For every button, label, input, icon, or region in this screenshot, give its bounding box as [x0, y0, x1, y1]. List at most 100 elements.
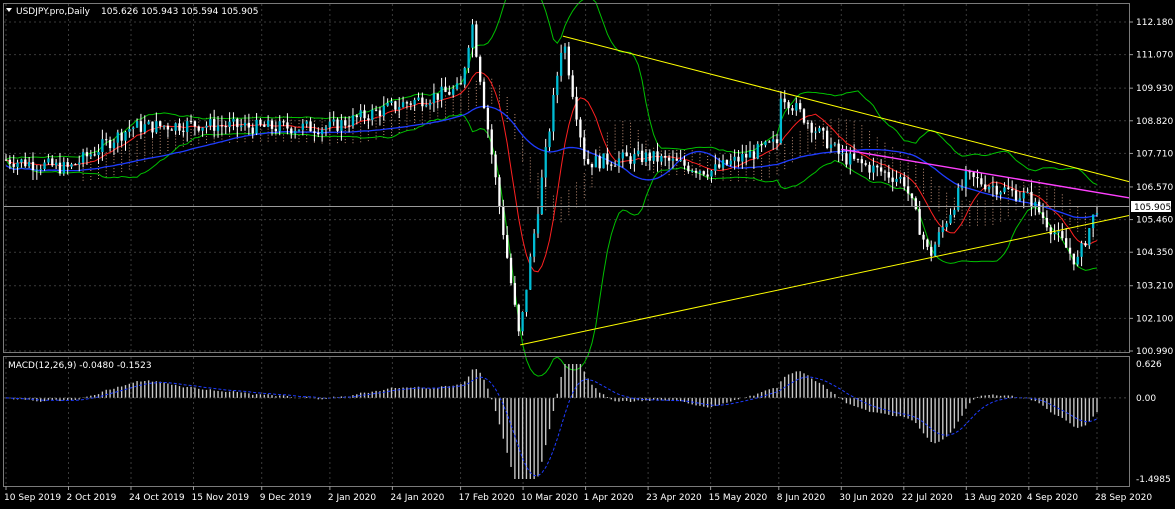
candle-body: [691, 170, 694, 172]
candle-body: [1018, 198, 1022, 201]
candle-body: [97, 152, 100, 156]
candle-body: [814, 131, 817, 133]
candle-body: [664, 155, 667, 158]
candle-body: [671, 158, 675, 161]
candle-body: [891, 177, 894, 182]
candle-body: [486, 108, 490, 130]
candle-body: [563, 46, 567, 53]
candle-body: [1068, 247, 1072, 254]
candle-body: [432, 93, 436, 103]
candle-body: [768, 141, 771, 143]
chart-background: [0, 0, 1175, 509]
candle-body: [741, 153, 744, 162]
candle-body: [1014, 190, 1018, 201]
candle-body: [999, 192, 1002, 195]
candle-body: [371, 109, 374, 121]
candle-body: [58, 162, 62, 174]
candle-body: [868, 164, 871, 173]
candle-body: [166, 125, 170, 130]
candle-body: [332, 119, 335, 122]
candle-body: [764, 141, 767, 146]
ohlc-values: 105.626 105.943 105.594 105.905: [101, 7, 258, 17]
candle-body: [833, 143, 837, 145]
candle-body: [479, 56, 482, 82]
candle-body: [972, 172, 975, 178]
candle-body: [652, 151, 655, 161]
candle-body: [471, 24, 474, 48]
candle-body: [16, 162, 19, 167]
candle-body: [444, 86, 447, 92]
candle-body: [637, 150, 640, 155]
candle-body: [12, 163, 15, 167]
candle-body: [667, 157, 671, 161]
candle-body: [987, 186, 991, 190]
candle-body: [47, 158, 50, 163]
candle-body: [270, 120, 274, 129]
candle-body: [960, 186, 964, 188]
y-tick-label: 104.350: [1136, 248, 1173, 258]
symbol-label[interactable]: USDJPY.pro,Daily: [16, 7, 91, 17]
y-tick-label: 106.570: [1136, 183, 1173, 193]
candle-body: [860, 159, 863, 164]
candle-body: [548, 131, 551, 148]
candle-body: [656, 151, 659, 162]
candle-body: [837, 143, 840, 154]
candle-body: [1080, 243, 1083, 257]
candle-body: [725, 159, 729, 165]
candle-body: [903, 177, 906, 187]
candle-body: [89, 154, 92, 157]
candle-body: [675, 158, 678, 161]
candle-body: [980, 178, 983, 185]
candle-body: [775, 139, 779, 144]
candle-body: [1057, 231, 1060, 233]
candle-body: [355, 115, 358, 118]
candle-body: [1084, 243, 1087, 246]
candle-body: [559, 52, 563, 76]
candle-body: [197, 126, 200, 131]
candle-body: [1022, 192, 1025, 199]
x-tick-label: 24 Jan 2020: [390, 493, 444, 503]
candle-body: [135, 121, 139, 128]
candle-body: [81, 152, 85, 163]
candle-body: [178, 123, 181, 131]
candle-body: [864, 163, 867, 165]
candle-body: [494, 154, 497, 178]
candle-body: [394, 101, 397, 110]
candle-body: [459, 83, 463, 85]
candle-body: [506, 235, 509, 258]
x-tick-label: 15 Nov 2019: [192, 493, 250, 503]
candle-body: [1072, 253, 1076, 265]
candle-body: [340, 120, 343, 131]
candle-body: [162, 125, 166, 127]
candle-body: [475, 24, 478, 57]
candle-body: [845, 153, 848, 165]
candle-body: [43, 162, 46, 170]
candle-body: [174, 123, 177, 131]
candle-body: [610, 164, 613, 166]
candle-body: [748, 151, 752, 158]
candle-body: [189, 121, 193, 123]
candle-body: [733, 156, 736, 161]
x-tick-label: 1 Apr 2020: [584, 493, 634, 503]
price-chart[interactable]: 112.180 111.070 109.930 108.820 107.710 106.5…: [0, 0, 1175, 509]
candle-body: [382, 105, 385, 117]
candle-body: [440, 86, 443, 100]
candle-body: [193, 121, 197, 127]
x-tick-label: 17 Feb 2020: [459, 493, 515, 503]
candle-body: [521, 311, 524, 332]
candle-body: [401, 102, 405, 108]
candle-body: [795, 103, 798, 111]
candle-body: [228, 121, 231, 127]
candle-body: [772, 139, 775, 142]
candle-body: [883, 171, 887, 173]
candle-body: [721, 159, 725, 168]
candle-body: [317, 132, 320, 135]
candle-body: [922, 234, 925, 240]
candle-body: [556, 75, 559, 96]
candle-body: [602, 153, 605, 169]
candle-body: [263, 124, 266, 127]
candle-body: [621, 152, 624, 159]
candle-body: [1091, 214, 1095, 229]
candle-body: [120, 132, 123, 141]
candle-body: [729, 160, 732, 165]
